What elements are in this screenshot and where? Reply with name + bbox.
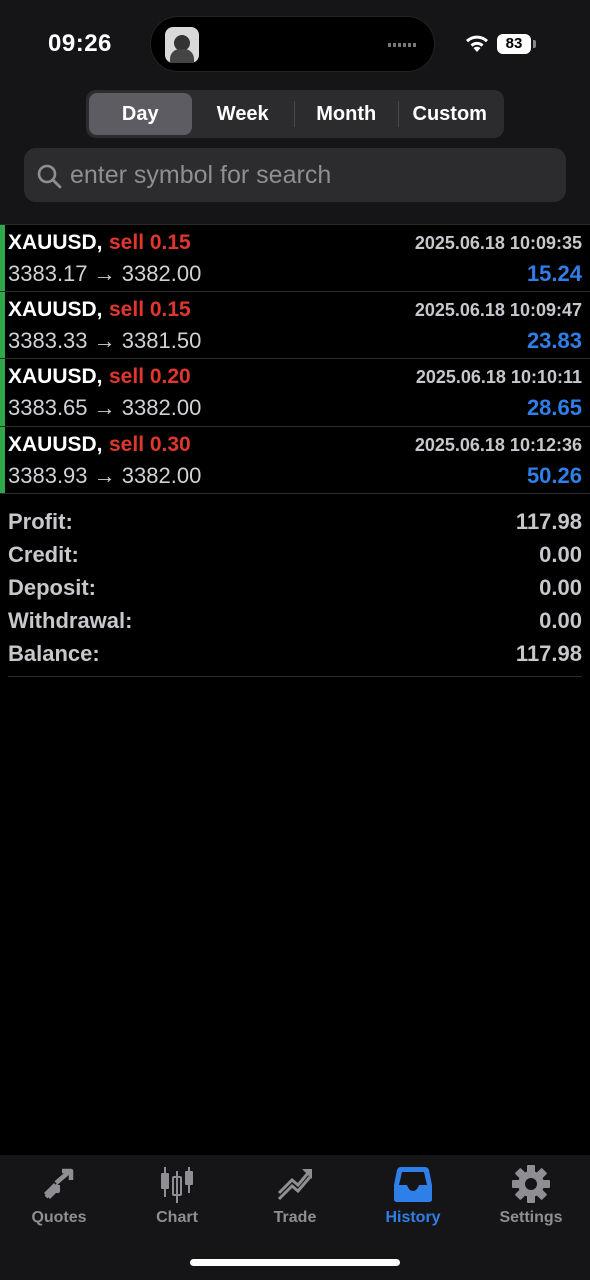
summary-label: Withdrawal: xyxy=(8,607,133,633)
period-tab-week[interactable]: Week xyxy=(192,93,295,135)
deal-prices: 3383.17 → 3382.00 xyxy=(8,261,202,286)
deal-time: 2025.06.18 10:09:35 xyxy=(414,233,582,253)
live-activity-avatar xyxy=(165,27,199,63)
summary-balance: Balance: 117.98 xyxy=(8,637,582,670)
summary-value: 0.00 xyxy=(539,607,582,633)
wifi-icon xyxy=(466,35,488,52)
deal-prices: 3383.93 → 3382.00 xyxy=(8,462,202,488)
tab-label: Settings xyxy=(499,1209,563,1226)
tab-history[interactable]: History xyxy=(354,1163,472,1233)
deal-indicator xyxy=(0,291,5,358)
search-bar[interactable] xyxy=(24,148,566,202)
tab-label: Trade xyxy=(273,1209,317,1226)
deal-symbol: XAUUSD, xyxy=(8,231,103,254)
period-selector: Day Week Month Custom xyxy=(86,90,504,138)
trade-icon xyxy=(277,1169,312,1201)
deals-list: XAUUSD, sell 0.15 2025.06.18 10:09:35 33… xyxy=(0,224,590,494)
summary-label: Credit: xyxy=(8,541,79,567)
deal-prices: 3383.33 → 3381.50 xyxy=(8,327,202,353)
deal-type: sell 0.20 xyxy=(109,365,191,388)
deal-time: 2025.06.18 10:09:47 xyxy=(414,299,582,320)
deal-type: sell 0.30 xyxy=(109,432,191,456)
summary-label: Profit: xyxy=(8,508,73,534)
summary-value: 117.98 xyxy=(515,640,582,666)
period-tab-month[interactable]: Month xyxy=(295,93,398,135)
summary-value: 0.00 xyxy=(539,541,582,567)
summary-value: 0.00 xyxy=(539,574,582,600)
deal-indicator xyxy=(0,225,5,291)
battery-icon: 83 xyxy=(497,34,531,54)
deal-indicator xyxy=(0,359,5,426)
dynamic-island[interactable] xyxy=(150,16,435,72)
deal-row[interactable]: XAUUSD, sell 0.20 2025.06.18 10:10:11 33… xyxy=(0,359,590,427)
deal-row[interactable]: XAUUSD, sell 0.15 2025.06.18 10:09:47 33… xyxy=(0,291,590,359)
tab-label: Chart xyxy=(156,1209,198,1226)
deal-row[interactable]: XAUUSD, sell 0.30 2025.06.18 10:12:36 33… xyxy=(0,426,590,494)
live-activity-indicator xyxy=(388,43,418,47)
status-bar: 09:26 83 xyxy=(0,0,590,90)
deal-indicator xyxy=(0,426,5,493)
summary-label: Deposit: xyxy=(8,574,96,600)
summary-label: Balance: xyxy=(8,640,100,666)
summary-profit: Profit: 117.98 xyxy=(8,505,582,538)
deal-symbol: XAUUSD, xyxy=(8,432,103,456)
tab-quotes[interactable]: Quotes xyxy=(0,1163,118,1233)
deal-profit: 50.26 xyxy=(526,462,582,488)
deal-prices: 3383.65 → 3382.00 xyxy=(8,395,202,420)
deal-row[interactable]: XAUUSD, sell 0.15 2025.06.18 10:09:35 33… xyxy=(0,224,590,292)
history-icon xyxy=(394,1167,432,1202)
deal-time: 2025.06.18 10:10:11 xyxy=(415,367,582,387)
summary-value: 117.98 xyxy=(515,508,582,534)
tab-chart[interactable]: Chart xyxy=(118,1163,236,1233)
summary-deposit: Deposit: 0.00 xyxy=(8,571,582,604)
tab-trade[interactable]: Trade xyxy=(236,1163,354,1233)
summary-credit: Credit: 0.00 xyxy=(8,538,582,571)
summary-withdrawal: Withdrawal: 0.00 xyxy=(8,604,582,637)
status-time: 09:26 xyxy=(48,30,112,57)
deal-symbol: XAUUSD, xyxy=(8,365,103,388)
tab-label: History xyxy=(385,1209,441,1226)
account-summary: Profit: 117.98 Credit: 0.00 Deposit: 0.0… xyxy=(8,505,582,677)
deal-symbol: XAUUSD, xyxy=(8,297,103,321)
history-header: Day Week Month Custom xyxy=(0,90,590,224)
deal-profit: 15.24 xyxy=(526,261,582,286)
settings-icon xyxy=(512,1165,550,1203)
deal-type: sell 0.15 xyxy=(109,297,191,321)
home-indicator[interactable] xyxy=(190,1259,400,1266)
bottom-tab-bar: Quotes Chart Trade History Settings xyxy=(0,1155,590,1280)
deal-type: sell 0.15 xyxy=(109,231,191,254)
search-input[interactable] xyxy=(70,148,550,202)
deal-profit: 23.83 xyxy=(526,327,582,353)
deal-profit: 28.65 xyxy=(526,395,582,420)
period-tab-custom[interactable]: Custom xyxy=(399,93,502,135)
period-tab-day[interactable]: Day xyxy=(89,93,192,135)
chart-icon xyxy=(161,1167,193,1203)
quotes-icon xyxy=(44,1168,74,1199)
battery-tip xyxy=(533,40,536,48)
tab-settings[interactable]: Settings xyxy=(472,1163,590,1233)
deal-time: 2025.06.18 10:12:36 xyxy=(414,434,582,455)
tab-label: Quotes xyxy=(31,1209,87,1226)
search-icon xyxy=(37,164,62,189)
